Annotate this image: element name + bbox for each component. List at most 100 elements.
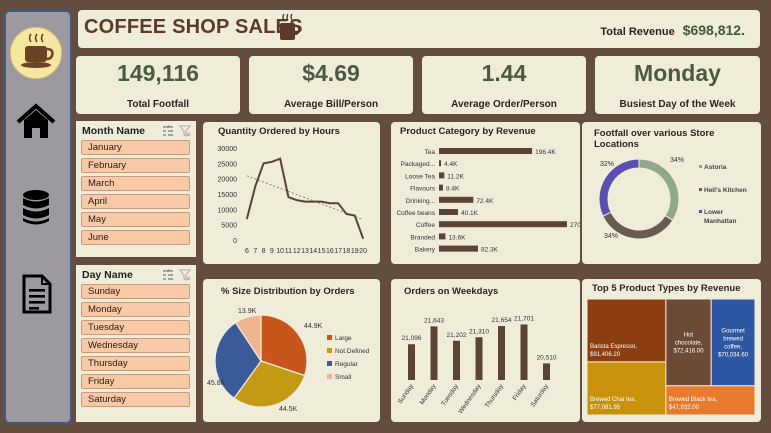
- legend-label: Hell's Kitchen: [704, 187, 747, 194]
- day-slicer: Day Name Sunday Monday Tuesday Wednesday…: [76, 265, 196, 422]
- page-title: COFFEE SHOP SALES: [84, 16, 303, 38]
- bar: [439, 233, 446, 240]
- month-slicer-item-march[interactable]: March: [81, 176, 190, 191]
- month-slicer-item-april[interactable]: April: [81, 194, 190, 209]
- category-label: Loose Tea: [405, 173, 435, 180]
- kpi-value: $4.69: [302, 60, 360, 86]
- data-label: 13.9K: [238, 308, 257, 315]
- tile-label: coffee,: [724, 344, 742, 350]
- data-label: 8.4K: [446, 186, 460, 193]
- x-tick-label: 11: [285, 248, 292, 255]
- x-tick-label: 10: [276, 248, 284, 255]
- kpi-label: Average Order/Person: [451, 99, 557, 110]
- data-label: 34%: [604, 233, 618, 240]
- category-label: Tuesday: [440, 383, 460, 408]
- data-label: 44.9K: [304, 323, 323, 330]
- x-tick-label: 13: [301, 248, 309, 255]
- data-label: 82.3K: [481, 247, 499, 254]
- day-slicer-item-saturday[interactable]: Saturday: [81, 392, 190, 407]
- steaming-cup-icon: [277, 12, 301, 42]
- data-label: 270.0K: [570, 222, 580, 229]
- coffee-cup-icon[interactable]: [10, 27, 62, 79]
- data-label: 13.6K: [448, 234, 466, 241]
- donut-slice: [638, 158, 680, 222]
- donut-chart-store-locations: 34% 34% 32% Astoria Hell's Kitchen Lower Manha…: [598, 157, 747, 240]
- data-point: [353, 214, 356, 217]
- data-point: [337, 202, 339, 204]
- home-icon[interactable]: [16, 102, 56, 142]
- data-point: [320, 200, 323, 203]
- bar: [439, 196, 474, 203]
- x-tick-label: 20: [359, 248, 367, 255]
- bar: [475, 337, 483, 380]
- tile-label: $91,406.20: [590, 352, 621, 358]
- day-slicer-item-friday[interactable]: Friday: [81, 374, 190, 389]
- clear-filter-icon[interactable]: [178, 268, 192, 281]
- x-tick-label: 7: [253, 248, 257, 255]
- month-slicer-item-february[interactable]: February: [81, 158, 190, 173]
- category-label: Friday: [512, 383, 529, 402]
- legend-label: Not Defined: [335, 348, 370, 355]
- bar: [439, 221, 567, 228]
- tile-label: $72,416.00: [674, 348, 705, 354]
- data-point: [254, 185, 257, 188]
- category-label: Thursday: [484, 383, 506, 410]
- day-slicer-item-sunday[interactable]: Sunday: [81, 284, 190, 299]
- tile-label: Gourmet: [721, 328, 745, 334]
- month-slicer-title: Month Name: [82, 125, 145, 137]
- legend-label: Lower: [704, 209, 724, 216]
- category-label: Sunday: [397, 383, 416, 406]
- multi-select-icon[interactable]: [162, 268, 174, 280]
- category-label: Flavours: [410, 186, 436, 193]
- data-point: [287, 196, 290, 198]
- kpi-value: 1.44: [481, 60, 527, 86]
- x-tick-label: 18: [343, 248, 351, 255]
- x-tick-label: 12: [293, 248, 301, 255]
- x-tick-label: 17: [334, 248, 342, 255]
- data-label: 72.4K: [476, 198, 494, 205]
- data-point: [362, 237, 364, 239]
- y-tick-label: 5000: [221, 223, 237, 230]
- kpi-label: Total Footfall: [126, 99, 190, 110]
- bar: [453, 340, 460, 380]
- x-tick-label: 19: [351, 248, 359, 255]
- legend-label: Manhattan: [704, 218, 737, 225]
- data-point: [345, 213, 348, 215]
- day-slicer-item-tuesday[interactable]: Tuesday: [81, 320, 190, 335]
- data-label: 21,701: [514, 315, 534, 322]
- data-label: 4.4K: [444, 161, 458, 168]
- kpi-value: Monday: [634, 60, 721, 86]
- kpi-card-footfall: 149,116 Total Footfall: [76, 56, 240, 114]
- chart-card-size-distribution: % Size Distribution by Orders 44.9K 44.5K…: [203, 279, 380, 422]
- legend-swatch: [327, 361, 332, 366]
- data-point: [312, 200, 315, 203]
- database-icon[interactable]: [16, 188, 56, 228]
- data-label: 45.8K: [207, 380, 226, 387]
- bar: [439, 160, 442, 167]
- kpi-label: Average Bill/Person: [283, 99, 379, 110]
- chart-card-quantity-by-hours: Quantity Ordered by Hours 0 5000 10000 1500…: [203, 122, 380, 264]
- y-tick-label: 0: [233, 238, 237, 245]
- chart-card-top-product-types: Top 5 Product Types by Revenue Barista E…: [582, 279, 761, 422]
- tile-label: chocolate,: [675, 340, 703, 346]
- day-slicer-item-monday[interactable]: Monday: [81, 302, 190, 317]
- day-slicer-item-wednesday[interactable]: Wednesday: [81, 338, 190, 353]
- tile-label: $77,081.95: [590, 405, 621, 411]
- document-icon[interactable]: [16, 274, 56, 314]
- month-slicer-item-june[interactable]: June: [81, 230, 190, 245]
- data-label: 196.4K: [535, 149, 556, 156]
- data-point: [246, 217, 248, 220]
- line-chart-quantity-by-hours: 0 5000 10000 15000 20000 25000 30000 6 7 8 9 10 11 12…: [218, 146, 367, 255]
- month-slicer-item-may[interactable]: May: [81, 212, 190, 227]
- month-slicer-item-january[interactable]: January: [81, 140, 190, 155]
- x-tick-label: 14: [309, 248, 317, 255]
- legend-label: Small: [335, 374, 352, 381]
- clear-filter-icon[interactable]: [178, 124, 192, 137]
- legend-swatch: [699, 165, 702, 168]
- multi-select-icon[interactable]: [162, 124, 174, 136]
- category-label: Coffee: [416, 222, 435, 229]
- data-label: 40.1K: [461, 210, 479, 217]
- legend-label: Regular: [335, 361, 359, 368]
- bar-chart-orders-weekdays: 21,096 Sunday 21,643 Monday 21,202 Tuesday 21,…: [397, 315, 557, 415]
- day-slicer-item-thursday[interactable]: Thursday: [81, 356, 190, 371]
